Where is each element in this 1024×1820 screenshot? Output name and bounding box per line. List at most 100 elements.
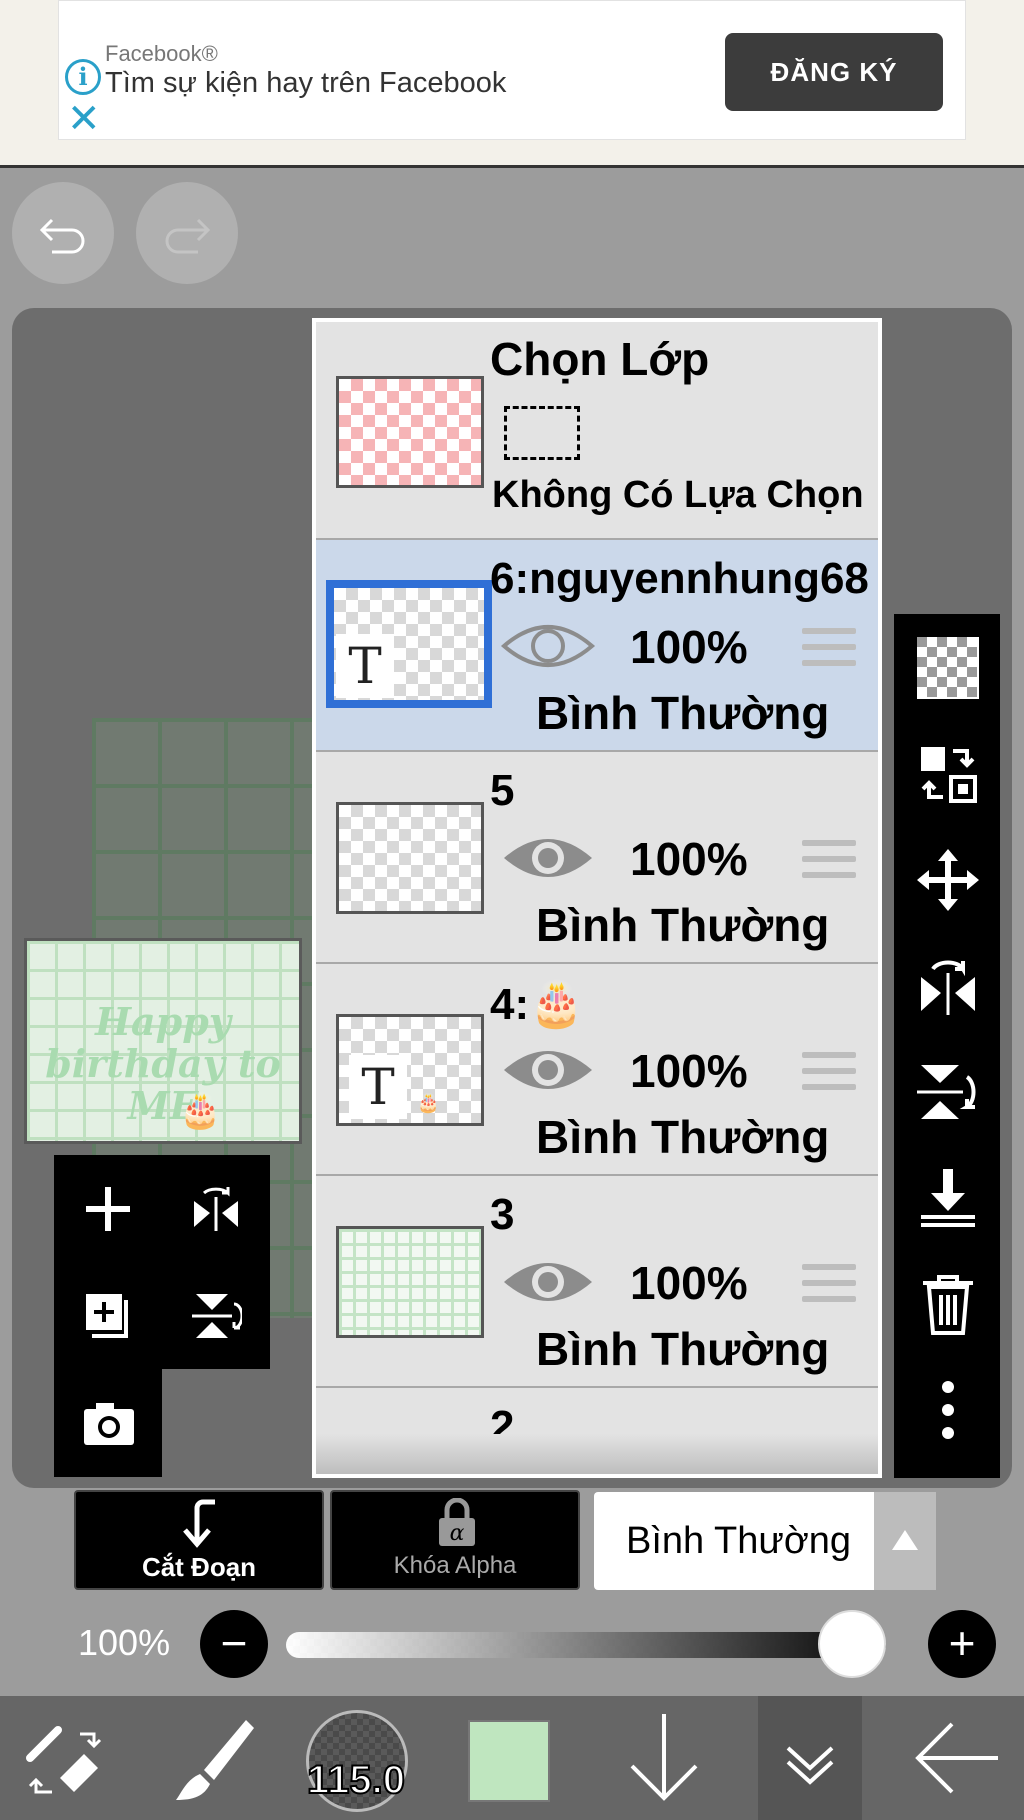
ad-text[interactable]: Tìm sự kiện hay trên Facebook	[105, 67, 506, 100]
alpha-lock-button[interactable]: α Khóa Alpha	[330, 1490, 580, 1590]
opacity-slider-thumb[interactable]	[818, 1610, 886, 1678]
swap-layer-button[interactable]	[894, 720, 1000, 826]
drag-handle-icon[interactable]	[802, 1052, 856, 1100]
more-icon	[942, 1381, 954, 1439]
layer-name: 3	[490, 1190, 515, 1239]
eye-icon[interactable]	[500, 1042, 596, 1098]
plus-icon[interactable]: +	[928, 1610, 996, 1678]
back-arrow-icon	[915, 1722, 998, 1794]
layer-opacity: 100%	[630, 1045, 748, 1097]
ad-banner[interactable]: i ✕ Facebook® Tìm sự kiện hay trên Faceb…	[58, 0, 966, 140]
layer-row[interactable]: T 6:nguyennhung68 100% Bình Thường	[316, 540, 878, 752]
layer-row[interactable]: T 🎂 4:🎂 100% Bình Thường	[316, 964, 878, 1176]
redo-icon	[165, 218, 211, 254]
alpha-lock-label: Khóa Alpha	[393, 1552, 517, 1579]
layer-blend-mode: Bình Thường	[536, 1323, 830, 1375]
cake-icon: 🎂	[179, 1092, 222, 1130]
camera-button[interactable]	[54, 1369, 162, 1476]
selection-marquee-icon	[504, 406, 580, 460]
thumbnail-text: Happy birthday to ME	[45, 999, 281, 1128]
trash-icon	[923, 1275, 973, 1335]
ad-brand: Facebook®	[105, 41, 218, 66]
brush-button[interactable]	[160, 1696, 260, 1820]
eye-icon[interactable]	[500, 830, 596, 886]
tool-swap-button[interactable]	[10, 1696, 120, 1820]
flip-horizontal-icon	[194, 1187, 238, 1231]
ad-signup-button[interactable]: ĐĂNG KÝ	[725, 33, 943, 111]
chevron-up-icon[interactable]	[874, 1492, 936, 1590]
layer-opacity: 100%	[630, 1257, 748, 1309]
eye-icon[interactable]	[500, 1254, 596, 1310]
layer-name: 6:nguyennhung68	[490, 554, 869, 603]
layer-name: 5	[490, 766, 515, 815]
drag-handle-icon[interactable]	[802, 1264, 856, 1312]
layer-thumbnail	[336, 802, 484, 914]
flip-horizontal-button[interactable]	[162, 1155, 270, 1262]
arrow-down-icon	[630, 1714, 698, 1801]
move-button[interactable]	[894, 826, 1000, 932]
drag-handle-icon[interactable]	[802, 840, 856, 888]
color-swatch[interactable]	[468, 1720, 550, 1802]
duplicate-layer-icon	[86, 1294, 128, 1338]
camera-icon	[84, 1403, 134, 1445]
selection-layer-row[interactable]: Chọn Lớp Không Có Lựa Chọn	[316, 322, 878, 540]
undo-icon	[39, 218, 85, 254]
merge-down-button[interactable]	[894, 1144, 1000, 1250]
more-options-button[interactable]	[894, 1356, 1000, 1462]
flip-horizontal-icon	[921, 960, 975, 1015]
merge-down-icon	[921, 1169, 975, 1227]
layer-thumbnail: T	[326, 580, 492, 708]
undo-button[interactable]	[12, 182, 114, 284]
eye-icon[interactable]	[500, 618, 596, 674]
opacity-slider[interactable]	[286, 1632, 886, 1658]
arrow-down-button[interactable]	[614, 1696, 714, 1820]
layer-tools-panel	[54, 1155, 270, 1369]
add-layer-icon	[86, 1187, 130, 1231]
flip-vertical-button[interactable]	[162, 1262, 270, 1369]
svg-text:α: α	[450, 1521, 465, 1546]
delete-layer-button[interactable]	[894, 1250, 1000, 1356]
layer-row[interactable]: 5 100% Bình Thường	[316, 752, 878, 964]
camera-panel	[54, 1369, 162, 1477]
lock-icon: α	[439, 1498, 475, 1546]
duplicate-layer-button[interactable]	[54, 1262, 162, 1369]
layer-name: 4:🎂	[490, 980, 584, 1029]
bottom-toolbar: 115.0	[0, 1696, 1024, 1820]
blend-mode-select[interactable]: Bình Thường	[594, 1492, 936, 1590]
layer-blend-mode: Bình Thường	[536, 899, 830, 951]
redo-button[interactable]	[136, 182, 238, 284]
cake-icon: 🎂	[417, 1093, 440, 1113]
layers-panel[interactable]: Chọn Lớp Không Có Lựa Chọn T 6:nguyennhu…	[312, 318, 882, 1478]
canvas-thumbnail[interactable]: Happy birthday to ME 🎂	[24, 938, 302, 1144]
layer-opacity: 100%	[630, 621, 748, 673]
flip-vertical-layer-button[interactable]	[894, 1038, 1000, 1144]
info-icon[interactable]: i	[65, 59, 101, 95]
selection-layer-title: Chọn Lớp	[490, 333, 710, 385]
selection-thumbnail	[336, 376, 484, 488]
transparency-button[interactable]	[894, 614, 1000, 720]
flip-vertical-icon	[917, 1065, 976, 1119]
clipping-label: Cắt Đoạn	[141, 1552, 257, 1582]
brush-size-value: 115.0	[306, 1757, 406, 1803]
add-layer-button[interactable]	[54, 1155, 162, 1262]
opacity-label: 100%	[78, 1622, 171, 1663]
clip-arrow-icon	[183, 1499, 215, 1548]
drag-handle-icon[interactable]	[802, 628, 856, 676]
layer-blend-mode: Bình Thường	[536, 1111, 830, 1163]
layer-row[interactable]: 3 100% Bình Thường	[316, 1176, 878, 1388]
layer-thumbnail: T 🎂	[336, 1014, 484, 1126]
layer-thumbnail	[336, 1226, 484, 1338]
tool-swap-icon	[26, 1726, 102, 1794]
flip-horizontal-layer-button[interactable]	[894, 932, 1000, 1038]
flip-vertical-icon	[192, 1294, 242, 1338]
text-layer-icon: T	[349, 1055, 407, 1119]
clipping-button[interactable]: Cắt Đoạn	[74, 1490, 324, 1590]
close-icon[interactable]: ✕	[67, 99, 101, 139]
minus-icon[interactable]: −	[200, 1610, 268, 1678]
layers-toggle-button[interactable]	[758, 1696, 862, 1820]
selection-status: Không Có Lựa Chọn	[492, 474, 864, 516]
text-layer-icon: T	[336, 634, 394, 698]
back-button[interactable]	[904, 1696, 1014, 1820]
transparency-icon	[917, 637, 979, 699]
chevron-double-down-icon	[786, 1746, 834, 1785]
